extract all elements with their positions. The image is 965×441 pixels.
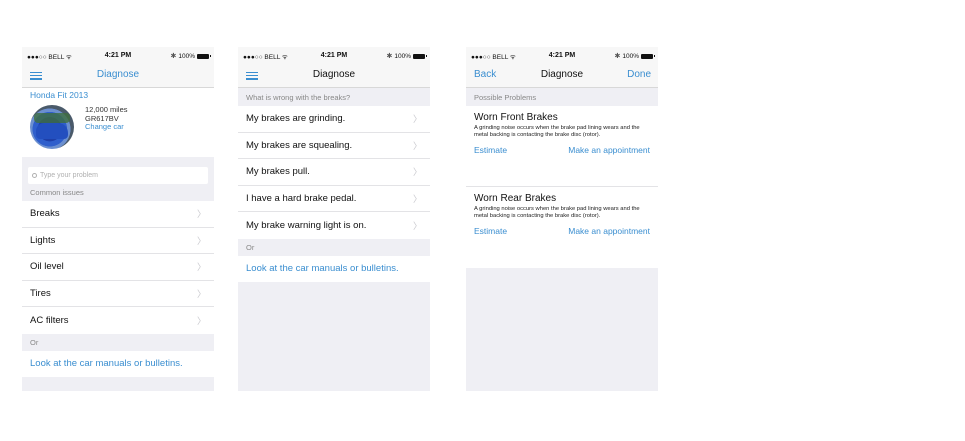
- estimate-button[interactable]: Estimate: [474, 226, 507, 236]
- nav-bar: Diagnose: [238, 64, 430, 88]
- manuals-link[interactable]: Look at the car manuals or bulletins.: [238, 255, 430, 282]
- battery-label: 100%: [178, 52, 195, 60]
- chevron-right-icon: 〉: [412, 114, 422, 125]
- battery-indicator: ✱ 100%: [386, 52, 427, 60]
- problem-actions: Estimate Make an appointment: [474, 226, 650, 244]
- list-item-label: Lights: [30, 234, 56, 246]
- car-name: Honda Fit 2013: [30, 90, 89, 100]
- list-item-label: AC filters: [30, 314, 69, 326]
- list-item-label: I have a hard brake pedal.: [246, 192, 357, 204]
- car-card: Honda Fit 2013 12,000 miles GR617BV Chan…: [22, 88, 214, 157]
- appointment-button[interactable]: Make an appointment: [568, 145, 650, 155]
- phone-screen-diagnose-home: ●●●○○ BELL ᯤ 4:21 PM ✱ 100% Diagnose Hond…: [22, 47, 214, 391]
- nav-bar: Back Diagnose Done: [466, 64, 658, 88]
- list-item-lights[interactable]: Lights 〉: [22, 227, 214, 254]
- chevron-right-icon: 〉: [412, 193, 422, 204]
- list-item-tires[interactable]: Tires 〉: [22, 280, 214, 307]
- manuals-link[interactable]: Look at the car manuals or bulletins.: [22, 350, 214, 377]
- problem-card-front: Worn Front Brakes A grinding noise occur…: [466, 106, 658, 187]
- chevron-right-icon: 〉: [196, 288, 206, 299]
- section-header-question: What is wrong with the breaks?: [238, 88, 430, 106]
- list-item-ac-filters[interactable]: AC filters 〉: [22, 307, 214, 334]
- bluetooth-icon: ✱: [386, 53, 393, 60]
- list-item-breaks[interactable]: Breaks 〉: [22, 201, 214, 228]
- list-item-label: My brake warning light is on.: [246, 219, 367, 231]
- phone-screen-brake-symptoms: ●●●○○ BELL ᯤ 4:21 PM ✱ 100% Diagnose What…: [238, 47, 430, 391]
- list-item-label: My brakes are squealing.: [246, 139, 353, 151]
- problem-description: A grinding noise occurs when the brake p…: [474, 125, 640, 138]
- problem-title: Worn Rear Brakes: [474, 193, 557, 204]
- search-area: Type your problem: [22, 162, 214, 184]
- list-item-hard-pedal[interactable]: I have a hard brake pedal. 〉: [238, 185, 430, 212]
- problem-title: Worn Front Brakes: [474, 112, 558, 123]
- done-button[interactable]: Done: [627, 69, 651, 80]
- section-header-common-issues: Common issues: [22, 184, 214, 201]
- car-info: 12,000 miles GR617BV Change car: [85, 105, 128, 132]
- car-photo: [30, 105, 74, 149]
- chevron-right-icon: 〉: [196, 209, 206, 220]
- battery-indicator: ✱ 100%: [170, 52, 211, 60]
- problem-card-rear: Worn Rear Brakes A grinding noise occurs…: [466, 187, 658, 268]
- estimate-button[interactable]: Estimate: [474, 145, 507, 155]
- change-car-link[interactable]: Change car: [85, 122, 128, 132]
- chevron-right-icon: 〉: [412, 140, 422, 151]
- list-item-label: Breaks: [30, 208, 60, 220]
- bluetooth-icon: ✱: [170, 53, 177, 60]
- chevron-right-icon: 〉: [412, 167, 422, 178]
- list-item-label: My brakes are grinding.: [246, 113, 346, 125]
- nav-bar: Diagnose: [22, 64, 214, 88]
- status-bar: ●●●○○ BELL ᯤ 4:21 PM ✱ 100%: [22, 47, 214, 64]
- battery-icon: [641, 53, 655, 59]
- section-header-possible-problems: Possible Problems: [466, 88, 658, 106]
- phone-screen-possible-problems: ●●●○○ BELL ᯤ 4:21 PM ✱ 100% Back Diagnose…: [466, 47, 658, 391]
- battery-label: 100%: [394, 52, 411, 60]
- bluetooth-icon: ✱: [614, 53, 621, 60]
- search-placeholder: Type your problem: [40, 172, 98, 179]
- appointment-button[interactable]: Make an appointment: [568, 226, 650, 236]
- list-item-label: Oil level: [30, 261, 64, 273]
- problem-actions: Estimate Make an appointment: [474, 145, 650, 163]
- section-header-or: Or: [238, 238, 430, 256]
- list-item-grinding[interactable]: My brakes are grinding. 〉: [238, 106, 430, 133]
- battery-label: 100%: [622, 52, 639, 60]
- chevron-right-icon: 〉: [196, 315, 206, 326]
- list-item-label: Tires: [30, 287, 51, 299]
- chevron-right-icon: 〉: [412, 220, 422, 231]
- list-item-squealing[interactable]: My brakes are squealing. 〉: [238, 132, 430, 159]
- battery-icon: [197, 53, 211, 59]
- battery-icon: [413, 53, 427, 59]
- section-header-or: Or: [22, 333, 214, 351]
- status-bar: ●●●○○ BELL ᯤ 4:21 PM ✱ 100%: [466, 47, 658, 64]
- list-item-label: My brakes pull.: [246, 166, 310, 178]
- search-input[interactable]: Type your problem: [28, 167, 208, 184]
- list-item-oil-level[interactable]: Oil level 〉: [22, 254, 214, 281]
- battery-indicator: ✱ 100%: [614, 52, 655, 60]
- status-bar: ●●●○○ BELL ᯤ 4:21 PM ✱ 100%: [238, 47, 430, 64]
- search-icon: [32, 173, 37, 178]
- chevron-right-icon: 〉: [196, 235, 206, 246]
- page-title: Diagnose: [312, 69, 356, 80]
- problem-description: A grinding noise occurs when the brake p…: [474, 206, 640, 219]
- page-title: Diagnose: [96, 69, 140, 80]
- list-item-warning-light[interactable]: My brake warning light is on. 〉: [238, 212, 430, 239]
- list-item-pull[interactable]: My brakes pull. 〉: [238, 159, 430, 186]
- chevron-right-icon: 〉: [196, 262, 206, 273]
